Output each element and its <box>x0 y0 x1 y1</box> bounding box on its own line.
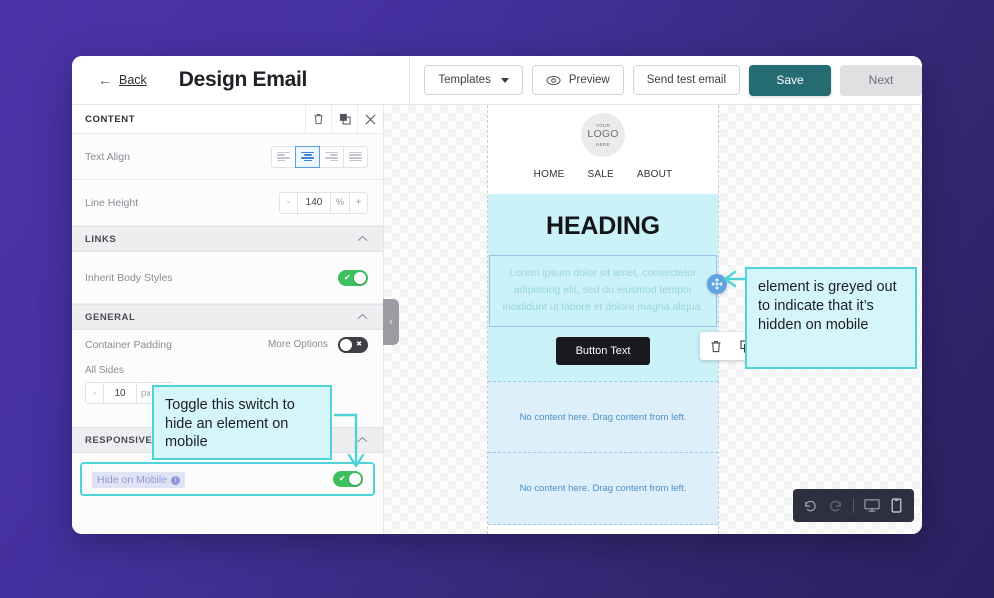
back-label: Back <box>119 73 147 87</box>
page-title: Design Email <box>178 68 308 91</box>
align-left-button[interactable] <box>271 145 296 168</box>
check-icon: ✔ <box>344 272 351 282</box>
line-height-increment-button[interactable]: + <box>349 191 368 214</box>
email-cta-button[interactable]: Button Text <box>555 337 651 365</box>
panel-header: CONTENT <box>72 105 383 134</box>
drop-zone-text: No content here. Drag content from left. <box>519 411 687 423</box>
padding-decrement-button[interactable]: - <box>85 382 104 404</box>
inherit-body-styles-toggle[interactable]: ✔ <box>338 269 368 286</box>
hide-on-mobile-label: Hide on Mobile i <box>92 472 186 488</box>
line-height-stepper: - 140 % + <box>279 191 368 214</box>
save-button[interactable]: Save <box>749 64 831 96</box>
templates-button[interactable]: Templates <box>424 65 523 95</box>
email-nav: HOME SALE ABOUT <box>488 169 718 180</box>
nav-item-sale[interactable]: SALE <box>587 169 613 180</box>
logo-main-text: LOGO <box>587 128 619 141</box>
redo-icon[interactable] <box>824 494 847 517</box>
section-general-title: GENERAL <box>85 311 136 323</box>
panel-actions <box>305 105 383 133</box>
preview-label: Preview <box>568 74 610 86</box>
line-height-unit[interactable]: % <box>330 191 350 214</box>
annotation-toggle-callout: Toggle this switch to hide an element on… <box>152 385 332 460</box>
line-height-value[interactable]: 140 <box>297 191 331 214</box>
align-center-button[interactable] <box>295 145 320 168</box>
nav-item-about[interactable]: ABOUT <box>637 169 672 180</box>
toggle-callout-arrow <box>334 413 365 468</box>
more-options-label: More Options <box>267 339 328 350</box>
line-height-label: Line Height <box>85 196 139 209</box>
line-height-row: Line Height - 140 % + <box>72 180 383 226</box>
hero-text-block[interactable]: Lorem ipsum dolor sit amet, consectetur … <box>489 255 727 327</box>
delete-icon[interactable] <box>305 105 331 133</box>
next-label: Next <box>868 73 894 87</box>
text-align-row: Text Align <box>72 134 383 180</box>
back-button[interactable]: ← Back <box>98 73 147 87</box>
preview-button[interactable]: Preview <box>531 65 624 95</box>
logo-placeholder[interactable]: YOUR LOGO HERE <box>581 113 625 157</box>
eye-icon <box>546 75 561 86</box>
hide-on-mobile-label-wrap: Hide on Mobile i <box>92 470 333 488</box>
undo-icon[interactable] <box>799 494 822 517</box>
text-align-group <box>271 145 368 168</box>
text-align-label: Text Align <box>85 150 130 163</box>
toolbar-divider <box>853 498 854 513</box>
desktop-icon[interactable] <box>860 494 883 517</box>
padding-value[interactable]: 10 <box>103 382 137 404</box>
sidebar-collapse-handle[interactable]: ‹ <box>383 299 399 345</box>
chevron-up-icon[interactable] <box>357 234 368 245</box>
all-sides-label: All Sides <box>85 365 124 376</box>
annotation-greyed-callout: element is greyed out to indicate that i… <box>745 267 917 369</box>
container-padding-label: Container Padding <box>85 338 172 351</box>
templates-label: Templates <box>438 74 491 86</box>
hide-on-mobile-text: Hide on Mobile <box>97 474 168 486</box>
drop-zone[interactable]: No content here. Drag content from left. <box>488 381 718 453</box>
toggle-knob <box>340 338 352 351</box>
delete-icon[interactable] <box>700 332 731 360</box>
more-options-toggle[interactable]: ✖ <box>338 336 368 353</box>
mobile-icon[interactable] <box>885 494 908 517</box>
drop-zone[interactable]: No content here. Drag content from left. <box>488 453 718 525</box>
align-right-button[interactable] <box>319 145 344 168</box>
email-hero: HEADING Lorem ipsum dolor sit amet, cons… <box>488 194 762 381</box>
chevron-down-icon <box>500 77 509 83</box>
next-button[interactable]: Next <box>840 64 922 96</box>
container-padding-row: Container Padding More Options ✖ <box>72 330 383 359</box>
topbar-left-group: ← Back Design Email <box>72 56 411 104</box>
section-links[interactable]: LINKS <box>72 226 383 252</box>
logo-bottom-text: HERE <box>595 141 611 147</box>
chevron-up-icon[interactable] <box>357 312 368 323</box>
align-justify-button[interactable] <box>343 145 368 168</box>
line-height-decrement-button[interactable]: - <box>279 191 298 214</box>
hero-heading[interactable]: HEADING <box>488 212 718 255</box>
cross-icon: ✖ <box>356 341 362 348</box>
email-button-area: Button Text <box>488 327 762 381</box>
inherit-body-styles-label: Inherit Body Styles <box>85 271 173 284</box>
section-links-title: LINKS <box>85 233 117 245</box>
inherit-body-styles-row: Inherit Body Styles ✔ <box>72 252 383 304</box>
send-test-email-label: Send test email <box>646 74 726 86</box>
topbar-right-group: Templates Preview Send test email Save N… <box>410 64 922 96</box>
toggle-knob <box>354 271 366 284</box>
top-toolbar: ← Back Design Email Templates Preview Se… <box>72 56 922 105</box>
hero-body-text: Lorem ipsum dolor sit amet, consectetur … <box>502 267 704 313</box>
close-icon[interactable] <box>357 105 383 133</box>
email-preview: YOUR LOGO HERE HOME SALE ABOUT HEADING L… <box>487 105 762 534</box>
duplicate-icon[interactable] <box>331 105 357 133</box>
nav-item-home[interactable]: HOME <box>534 169 565 180</box>
panel-title: CONTENT <box>85 113 136 125</box>
drop-zone-text: No content here. Drag content from left. <box>519 483 687 494</box>
back-arrow-icon: ← <box>98 72 112 88</box>
send-test-email-button[interactable]: Send test email <box>632 65 740 95</box>
info-icon[interactable]: i <box>171 475 181 485</box>
save-label: Save <box>776 73 804 87</box>
email-header[interactable]: YOUR LOGO HERE HOME SALE ABOUT <box>488 105 718 194</box>
section-general[interactable]: GENERAL <box>72 304 383 330</box>
device-toolbar <box>793 489 914 522</box>
